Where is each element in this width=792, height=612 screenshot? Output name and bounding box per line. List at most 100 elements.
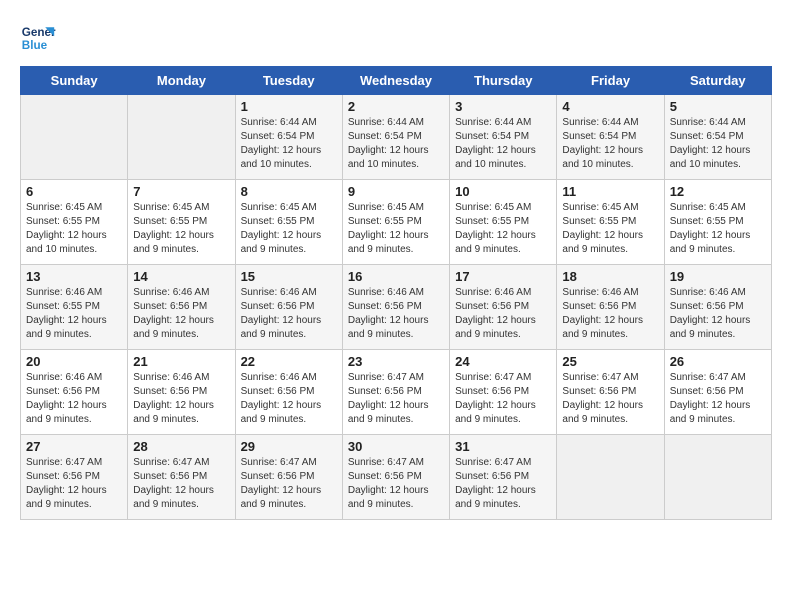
calendar-cell: 21 Sunrise: 6:46 AM Sunset: 6:56 PM Dayl… xyxy=(128,350,235,435)
day-info: Sunrise: 6:45 AM Sunset: 6:55 PM Dayligh… xyxy=(26,201,122,257)
daylight-text: Daylight: 12 hours and 10 minutes. xyxy=(562,145,643,170)
calendar-cell: 13 Sunrise: 6:46 AM Sunset: 6:55 PM Dayl… xyxy=(21,265,128,350)
sunrise-text: Sunrise: 6:46 AM xyxy=(455,287,531,298)
calendar-cell: 12 Sunrise: 6:45 AM Sunset: 6:55 PM Dayl… xyxy=(664,180,771,265)
sunset-text: Sunset: 6:56 PM xyxy=(26,386,100,397)
day-info: Sunrise: 6:46 AM Sunset: 6:56 PM Dayligh… xyxy=(670,286,766,342)
sunset-text: Sunset: 6:55 PM xyxy=(562,216,636,227)
sunrise-text: Sunrise: 6:47 AM xyxy=(348,372,424,383)
daylight-text: Daylight: 12 hours and 9 minutes. xyxy=(133,400,214,425)
day-number: 29 xyxy=(241,439,337,454)
sunset-text: Sunset: 6:55 PM xyxy=(348,216,422,227)
calendar-cell: 5 Sunrise: 6:44 AM Sunset: 6:54 PM Dayli… xyxy=(664,95,771,180)
calendar-cell: 22 Sunrise: 6:46 AM Sunset: 6:56 PM Dayl… xyxy=(235,350,342,435)
day-info: Sunrise: 6:46 AM Sunset: 6:56 PM Dayligh… xyxy=(241,286,337,342)
day-info: Sunrise: 6:46 AM Sunset: 6:56 PM Dayligh… xyxy=(133,371,229,427)
sunrise-text: Sunrise: 6:46 AM xyxy=(26,372,102,383)
sunset-text: Sunset: 6:54 PM xyxy=(562,131,636,142)
sunrise-text: Sunrise: 6:45 AM xyxy=(562,202,638,213)
day-info: Sunrise: 6:47 AM Sunset: 6:56 PM Dayligh… xyxy=(133,456,229,512)
daylight-text: Daylight: 12 hours and 10 minutes. xyxy=(670,145,751,170)
calendar-cell: 4 Sunrise: 6:44 AM Sunset: 6:54 PM Dayli… xyxy=(557,95,664,180)
daylight-text: Daylight: 12 hours and 9 minutes. xyxy=(26,485,107,510)
day-of-week-header: Tuesday xyxy=(235,67,342,95)
sunrise-text: Sunrise: 6:45 AM xyxy=(133,202,209,213)
calendar-cell: 26 Sunrise: 6:47 AM Sunset: 6:56 PM Dayl… xyxy=(664,350,771,435)
day-number: 15 xyxy=(241,269,337,284)
sunset-text: Sunset: 6:54 PM xyxy=(670,131,744,142)
daylight-text: Daylight: 12 hours and 9 minutes. xyxy=(455,315,536,340)
day-number: 12 xyxy=(670,184,766,199)
sunset-text: Sunset: 6:56 PM xyxy=(348,471,422,482)
sunset-text: Sunset: 6:56 PM xyxy=(562,301,636,312)
day-info: Sunrise: 6:46 AM Sunset: 6:56 PM Dayligh… xyxy=(455,286,551,342)
day-number: 20 xyxy=(26,354,122,369)
day-number: 7 xyxy=(133,184,229,199)
daylight-text: Daylight: 12 hours and 9 minutes. xyxy=(133,485,214,510)
day-number: 8 xyxy=(241,184,337,199)
day-of-week-header: Sunday xyxy=(21,67,128,95)
day-number: 6 xyxy=(26,184,122,199)
sunrise-text: Sunrise: 6:45 AM xyxy=(241,202,317,213)
daylight-text: Daylight: 12 hours and 9 minutes. xyxy=(455,400,536,425)
calendar-cell: 30 Sunrise: 6:47 AM Sunset: 6:56 PM Dayl… xyxy=(342,435,449,520)
logo-icon: General Blue xyxy=(20,20,56,56)
daylight-text: Daylight: 12 hours and 10 minutes. xyxy=(455,145,536,170)
sunrise-text: Sunrise: 6:44 AM xyxy=(348,117,424,128)
calendar-cell: 7 Sunrise: 6:45 AM Sunset: 6:55 PM Dayli… xyxy=(128,180,235,265)
day-number: 13 xyxy=(26,269,122,284)
day-info: Sunrise: 6:46 AM Sunset: 6:56 PM Dayligh… xyxy=(348,286,444,342)
day-number: 2 xyxy=(348,99,444,114)
calendar-cell: 18 Sunrise: 6:46 AM Sunset: 6:56 PM Dayl… xyxy=(557,265,664,350)
day-info: Sunrise: 6:47 AM Sunset: 6:56 PM Dayligh… xyxy=(348,371,444,427)
daylight-text: Daylight: 12 hours and 9 minutes. xyxy=(670,315,751,340)
day-of-week-header: Wednesday xyxy=(342,67,449,95)
sunset-text: Sunset: 6:56 PM xyxy=(670,301,744,312)
day-info: Sunrise: 6:47 AM Sunset: 6:56 PM Dayligh… xyxy=(26,456,122,512)
sunset-text: Sunset: 6:54 PM xyxy=(241,131,315,142)
sunrise-text: Sunrise: 6:46 AM xyxy=(241,372,317,383)
sunset-text: Sunset: 6:56 PM xyxy=(670,386,744,397)
daylight-text: Daylight: 12 hours and 9 minutes. xyxy=(241,485,322,510)
calendar-cell xyxy=(128,95,235,180)
sunset-text: Sunset: 6:56 PM xyxy=(133,301,207,312)
calendar-cell: 10 Sunrise: 6:45 AM Sunset: 6:55 PM Dayl… xyxy=(450,180,557,265)
sunrise-text: Sunrise: 6:46 AM xyxy=(670,287,746,298)
sunset-text: Sunset: 6:56 PM xyxy=(562,386,636,397)
daylight-text: Daylight: 12 hours and 9 minutes. xyxy=(562,400,643,425)
day-info: Sunrise: 6:45 AM Sunset: 6:55 PM Dayligh… xyxy=(133,201,229,257)
sunrise-text: Sunrise: 6:46 AM xyxy=(348,287,424,298)
daylight-text: Daylight: 12 hours and 9 minutes. xyxy=(670,400,751,425)
calendar-week-row: 13 Sunrise: 6:46 AM Sunset: 6:55 PM Dayl… xyxy=(21,265,772,350)
day-number: 21 xyxy=(133,354,229,369)
sunrise-text: Sunrise: 6:45 AM xyxy=(670,202,746,213)
sunset-text: Sunset: 6:55 PM xyxy=(670,216,744,227)
day-info: Sunrise: 6:46 AM Sunset: 6:56 PM Dayligh… xyxy=(26,371,122,427)
sunrise-text: Sunrise: 6:47 AM xyxy=(455,372,531,383)
daylight-text: Daylight: 12 hours and 9 minutes. xyxy=(348,400,429,425)
daylight-text: Daylight: 12 hours and 9 minutes. xyxy=(241,315,322,340)
calendar-table: SundayMondayTuesdayWednesdayThursdayFrid… xyxy=(20,66,772,520)
calendar-cell: 14 Sunrise: 6:46 AM Sunset: 6:56 PM Dayl… xyxy=(128,265,235,350)
calendar-cell: 16 Sunrise: 6:46 AM Sunset: 6:56 PM Dayl… xyxy=(342,265,449,350)
sunset-text: Sunset: 6:56 PM xyxy=(348,301,422,312)
day-number: 16 xyxy=(348,269,444,284)
sunrise-text: Sunrise: 6:46 AM xyxy=(133,287,209,298)
calendar-cell: 17 Sunrise: 6:46 AM Sunset: 6:56 PM Dayl… xyxy=(450,265,557,350)
day-number: 4 xyxy=(562,99,658,114)
day-number: 22 xyxy=(241,354,337,369)
day-info: Sunrise: 6:44 AM Sunset: 6:54 PM Dayligh… xyxy=(348,116,444,172)
day-number: 9 xyxy=(348,184,444,199)
calendar-week-row: 1 Sunrise: 6:44 AM Sunset: 6:54 PM Dayli… xyxy=(21,95,772,180)
daylight-text: Daylight: 12 hours and 9 minutes. xyxy=(348,315,429,340)
day-number: 14 xyxy=(133,269,229,284)
day-of-week-header: Thursday xyxy=(450,67,557,95)
daylight-text: Daylight: 12 hours and 9 minutes. xyxy=(562,230,643,255)
daylight-text: Daylight: 12 hours and 9 minutes. xyxy=(670,230,751,255)
sunrise-text: Sunrise: 6:44 AM xyxy=(670,117,746,128)
sunrise-text: Sunrise: 6:45 AM xyxy=(455,202,531,213)
calendar-cell xyxy=(21,95,128,180)
daylight-text: Daylight: 12 hours and 9 minutes. xyxy=(133,315,214,340)
day-info: Sunrise: 6:46 AM Sunset: 6:55 PM Dayligh… xyxy=(26,286,122,342)
sunrise-text: Sunrise: 6:47 AM xyxy=(670,372,746,383)
